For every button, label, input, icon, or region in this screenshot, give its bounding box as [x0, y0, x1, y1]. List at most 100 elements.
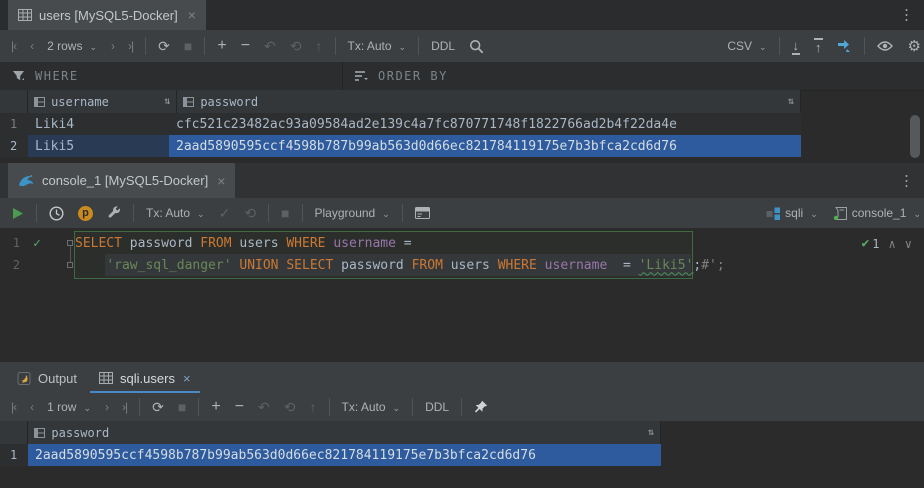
page-size-dropdown[interactable]: 2 rows ⌄ [40, 30, 104, 62]
commit-check-icon: ✓ [212, 198, 238, 228]
chevron-down-icon: ⌄ [393, 404, 401, 413]
cell-password[interactable]: 2aad5890595ccf4598b787b99ab563d0d66ec821… [28, 444, 661, 466]
chevron-down-icon: ⌄ [913, 210, 921, 219]
sql-editor[interactable]: 1✓SELECT password FROM users WHERE usern… [0, 228, 924, 361]
column-header-username[interactable]: username ⇅ [28, 90, 177, 113]
line-number: 1 [0, 236, 20, 250]
editor-line[interactable]: 2 'raw_sql_danger' UNION SELECT password… [0, 254, 924, 276]
editor-line[interactable]: 1✓SELECT password FROM users WHERE usern… [0, 232, 924, 254]
tab-label: console_1 [MySQL5-Docker] [42, 173, 208, 188]
playground-dropdown[interactable]: Playground ⌄ [308, 198, 397, 228]
close-icon[interactable]: × [188, 7, 196, 23]
toolbar-separator [36, 204, 37, 222]
column-header-password[interactable]: password ⇅ [177, 90, 801, 113]
row-number: 1 [0, 113, 28, 135]
ddl-button[interactable]: DDL [424, 30, 462, 62]
kebab-menu-icon[interactable]: ⋮ [899, 8, 914, 23]
stop-icon: ■ [171, 393, 193, 421]
sort-icon[interactable]: ⇅ [648, 427, 654, 438]
first-page-button[interactable]: |‹ [4, 30, 23, 62]
wrench-icon[interactable] [100, 198, 128, 228]
column-header-password[interactable]: password ⇅ [28, 421, 661, 444]
page-size-dropdown[interactable]: 1 row ⌄ [40, 393, 98, 421]
chevron-down-icon: ⌄ [399, 43, 407, 52]
export-data-icon[interactable]: ↓ [785, 30, 808, 62]
run-button[interactable] [4, 198, 31, 228]
mysql-dolphin-icon [18, 174, 35, 188]
session-dropdown[interactable]: console_1 ⌄ [825, 198, 924, 228]
output-console-icon[interactable] [408, 198, 437, 228]
kebab-menu-icon[interactable]: ⋮ [899, 173, 914, 188]
order-by-filter-field[interactable]: ORDER BY [343, 62, 448, 90]
submit-icon: ↑ [303, 393, 324, 421]
delete-row-button[interactable]: − [234, 30, 257, 62]
last-page-button[interactable]: ›| [115, 393, 134, 421]
import-data-icon[interactable]: ↑ [807, 30, 830, 62]
where-filter-field[interactable]: WHERE [0, 62, 343, 90]
delete-row-button[interactable]: − [228, 393, 251, 421]
tab-output[interactable]: Output [6, 362, 88, 394]
tx-mode-label: Tx: Auto [342, 401, 386, 413]
table-row[interactable]: 12aad5890595ccf4598b787b99ab563d0d66ec82… [0, 444, 661, 466]
statement-success-icon: ✓ [20, 236, 54, 251]
gear-icon[interactable]: ⚙ [901, 30, 924, 62]
row-number-header [0, 421, 28, 444]
tab-sqli-users-result[interactable]: sqli.users × [88, 362, 202, 394]
close-icon[interactable]: × [217, 173, 225, 189]
inspection-count: 1 [872, 237, 879, 251]
add-row-button[interactable]: + [204, 393, 227, 421]
session-label: console_1 [852, 207, 907, 219]
tx-mode-dropdown[interactable]: Tx: Auto ⌄ [139, 198, 212, 228]
column-icon [34, 97, 45, 107]
close-icon[interactable]: × [183, 371, 191, 386]
table-row[interactable]: 1Liki4cfc521c23482ac93a09584ad2e139c4a7f… [0, 113, 801, 135]
services-tab-bar: Output sqli.users × [0, 361, 924, 394]
reload-icon[interactable]: ⟳ [145, 393, 171, 421]
cell-password[interactable]: cfc521c23482ac93a09584ad2e139c4a7fc87077… [169, 113, 801, 135]
next-page-button[interactable]: › [98, 393, 115, 421]
column-icon [183, 97, 194, 107]
submit-icon: ↑ [309, 30, 330, 62]
search-icon[interactable] [462, 30, 491, 62]
sort-icon[interactable]: ⇅ [788, 96, 794, 107]
export-format-label: CSV [727, 40, 752, 52]
tx-mode-dropdown[interactable]: Tx: Auto ⌄ [341, 30, 414, 62]
tx-mode-label: Tx: Auto [146, 207, 190, 219]
last-page-button[interactable]: ›| [121, 30, 140, 62]
cell-password[interactable]: 2aad5890595ccf4598b787b99ab563d0d66ec821… [169, 135, 801, 157]
column-icon [34, 428, 45, 438]
cell-username[interactable]: Liki5 [28, 135, 169, 157]
scrollbar-thumb[interactable] [910, 115, 920, 158]
toolbar-separator [204, 37, 205, 55]
inspection-widget[interactable]: ✔ 1 ∧ ∨ [861, 236, 912, 251]
next-problem-icon[interactable]: ∨ [905, 237, 912, 251]
tx-mode-dropdown[interactable]: Tx: Auto ⌄ [335, 393, 408, 421]
cell-username[interactable]: Liki4 [28, 113, 169, 135]
upload-icon: ↑ [814, 38, 823, 55]
previous-page-button[interactable]: ‹ [23, 393, 40, 421]
code-text: 'raw_sql_danger' UNION SELECT password F… [75, 258, 725, 273]
history-clock-icon[interactable] [42, 198, 71, 228]
view-options-icon[interactable] [870, 30, 901, 62]
schema-dropdown[interactable]: sqli ⌄ [759, 198, 825, 228]
chevron-down-icon: ⌄ [89, 43, 97, 52]
add-row-button[interactable]: + [210, 30, 233, 62]
first-page-button[interactable]: |‹ [4, 393, 23, 421]
stop-icon: ■ [274, 198, 296, 228]
row-number: 1 [0, 444, 28, 466]
sort-icon[interactable]: ⇅ [164, 96, 170, 107]
next-page-button[interactable]: › [104, 30, 121, 62]
pin-tab-icon[interactable] [467, 393, 495, 421]
parameters-icon[interactable]: p [71, 198, 100, 228]
previous-page-button[interactable]: ‹ [23, 30, 40, 62]
tab-users-table[interactable]: users [MySQL5-Docker] × [8, 0, 206, 30]
page-size-label: 1 row [47, 401, 76, 413]
prev-problem-icon[interactable]: ∧ [889, 237, 896, 251]
export-format-dropdown[interactable]: CSV ⌄ [720, 30, 773, 62]
table-row[interactable]: 2Liki52aad5890595ccf4598b787b99ab563d0d6… [0, 135, 801, 157]
reload-icon[interactable]: ⟳ [151, 30, 177, 62]
tab-console-1[interactable]: console_1 [MySQL5-Docker] × [8, 163, 235, 198]
compare-icon[interactable] [830, 30, 859, 62]
inspection-ok-icon: ✔ [861, 236, 869, 251]
ddl-button[interactable]: DDL [418, 393, 456, 421]
